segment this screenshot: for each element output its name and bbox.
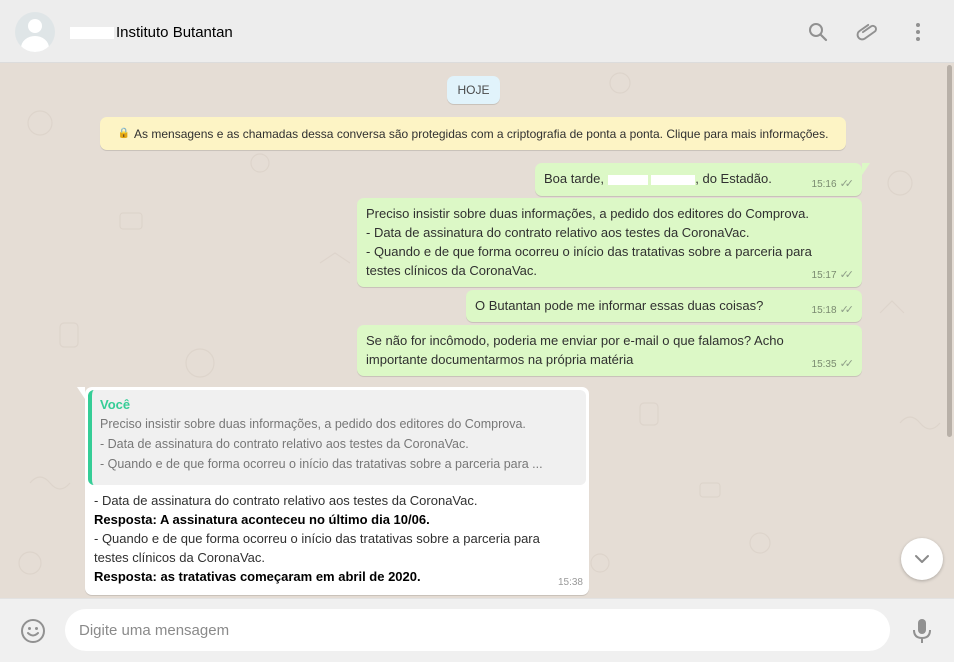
bubble-tail xyxy=(862,163,870,175)
encryption-notice[interactable]: 🔒 As mensagens e as chamadas dessa conve… xyxy=(100,117,846,150)
message-line: importante documentarmos na própria maté… xyxy=(366,352,634,367)
quoted-line: Preciso insistir sobre duas informações,… xyxy=(100,417,526,431)
reply-body: - Data de assinatura do contrato relativ… xyxy=(94,491,584,586)
message-line: testes clínicos da CoronaVac. xyxy=(94,550,266,565)
quoted-line: - Data de assinatura do contrato relativ… xyxy=(100,437,469,451)
incoming-message[interactable]: Você Preciso insistir sobre duas informa… xyxy=(77,387,589,595)
message-meta: 15:18 ✓✓ xyxy=(811,301,855,320)
message-line: - Data de assinatura do contrato relativ… xyxy=(366,225,750,240)
message-line: Preciso insistir sobre duas informações,… xyxy=(366,206,809,221)
date-chip: HOJE xyxy=(447,76,500,104)
quoted-line: - Quando e de que forma ocorreu o início… xyxy=(100,457,543,471)
message-line: - Data de assinatura do contrato relativ… xyxy=(94,493,478,508)
emoji-icon[interactable] xyxy=(20,618,46,644)
quoted-message[interactable]: Você Preciso insistir sobre duas informa… xyxy=(88,390,586,485)
bubble-tail xyxy=(77,387,85,399)
scroll-down-button[interactable] xyxy=(901,538,943,580)
message-line: Se não for incômodo, poderia me enviar p… xyxy=(366,333,784,348)
contact-avatar[interactable] xyxy=(15,12,55,52)
redacted-text xyxy=(651,174,696,185)
redacted-name-prefix xyxy=(70,27,114,39)
message-line: O Butantan pode me informar essas duas c… xyxy=(475,298,764,313)
message-meta: 15:17 ✓✓ xyxy=(811,266,855,285)
message-time: 15:16 xyxy=(811,179,837,190)
message-meta: 15:16 ✓✓ xyxy=(811,175,855,194)
avatar-head-shape xyxy=(28,19,42,33)
message-line: Resposta: A assinatura aconteceu no últi… xyxy=(94,512,430,527)
outgoing-message[interactable]: Boa tarde, , do Estadão. 15:16 ✓✓ xyxy=(535,163,870,196)
chat-scrollbar[interactable] xyxy=(947,65,952,437)
double-check-icon: ✓✓ xyxy=(839,178,855,190)
microphone-icon[interactable] xyxy=(910,617,934,645)
encryption-notice-text: As mensagens e as chamadas dessa convers… xyxy=(134,126,829,141)
chat-panel[interactable]: HOJE 🔒 As mensagens e as chamadas dessa … xyxy=(0,63,954,598)
menu-icon[interactable] xyxy=(906,20,930,44)
message-input[interactable] xyxy=(65,609,890,651)
message-text: Boa tarde, xyxy=(544,171,608,186)
double-check-icon: ✓✓ xyxy=(839,304,855,316)
contact-name[interactable]: Instituto Butantan xyxy=(116,24,233,41)
chat-header: Instituto Butantan xyxy=(0,0,954,63)
message-time: 15:17 xyxy=(811,270,837,281)
message-meta: 15:35 ✓✓ xyxy=(811,355,855,374)
redacted-text xyxy=(607,174,648,185)
quoted-author: Você xyxy=(100,397,131,412)
avatar-body-shape xyxy=(21,36,49,52)
chevron-down-icon xyxy=(915,555,929,563)
message-line: Resposta: as tratativas começaram em abr… xyxy=(94,569,421,584)
outgoing-message[interactable]: Se não for incômodo, poderia me enviar p… xyxy=(357,325,862,376)
double-check-icon: ✓✓ xyxy=(839,269,855,281)
message-time: 15:18 xyxy=(811,305,837,316)
message-line: testes clínicos da CoronaVac. xyxy=(366,263,538,278)
lock-icon: 🔒 xyxy=(117,128,131,139)
outgoing-message[interactable]: Preciso insistir sobre duas informações,… xyxy=(357,198,862,287)
search-icon[interactable] xyxy=(806,20,830,44)
message-line: - Quando e de que forma ocorreu o início… xyxy=(94,531,540,546)
message-line: - Quando e de que forma ocorreu o início… xyxy=(366,244,812,259)
message-text: , do Estadão. xyxy=(695,171,772,186)
message-time: 15:35 xyxy=(811,359,837,370)
message-time: 15:38 xyxy=(557,577,583,588)
composer-bar xyxy=(0,598,954,662)
attach-icon[interactable] xyxy=(856,20,880,44)
outgoing-message[interactable]: O Butantan pode me informar essas duas c… xyxy=(466,290,862,322)
double-check-icon: ✓✓ xyxy=(839,358,855,370)
